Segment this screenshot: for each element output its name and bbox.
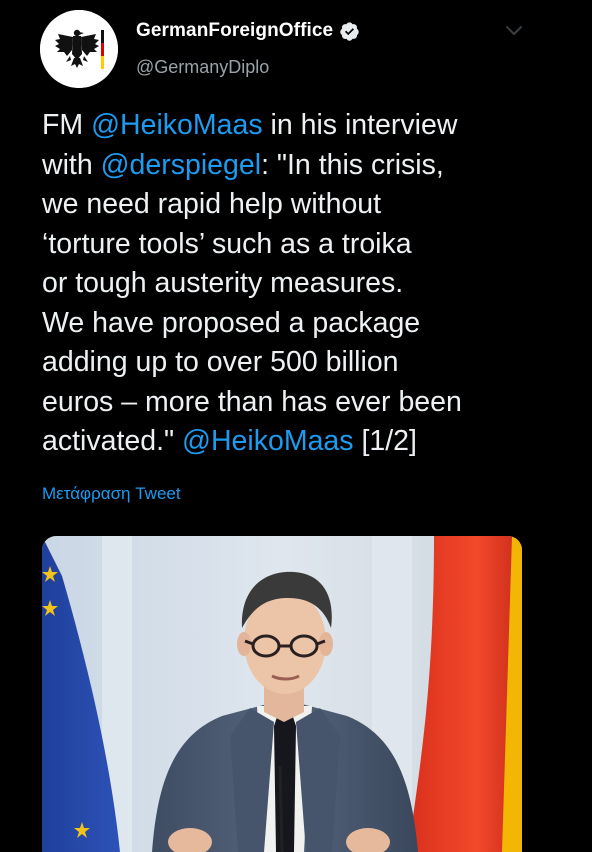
tweet-text-segment: We have proposed a package: [42, 306, 421, 339]
federal-eagle-icon: [40, 10, 118, 88]
tweet-text-segment: we need rapid help without: [42, 188, 382, 220]
tweet-text-segment: : "In this crisis,: [261, 148, 444, 181]
tweet-text-segment: in his interview: [262, 109, 458, 141]
tweet-text-segment: or tough austerity measures.: [42, 267, 404, 299]
display-name[interactable]: GermanForeignOffice: [136, 20, 333, 42]
tweet-text-line: or tough austerity measures.: [42, 264, 562, 304]
mention-link[interactable]: @HeikoMaas: [182, 425, 354, 457]
tweet-text-segment: adding up to over 500 billion: [42, 346, 399, 378]
tweet-text-segment: with: [42, 148, 101, 181]
tweet-text-segment: euros – more than has ever been: [42, 385, 462, 418]
tweet-text-line: adding up to over 500 billion: [42, 343, 562, 383]
name-row: GermanForeignOffice: [136, 20, 360, 42]
tweet-text-line: activated." @HeikoMaas [1/2]: [42, 422, 562, 462]
mention-link[interactable]: @HeikoMaas: [91, 109, 263, 141]
tweet-text-segment: [1/2]: [353, 425, 417, 457]
tweet-text-segment: FM: [42, 109, 92, 141]
profile-avatar[interactable]: [40, 10, 118, 88]
translate-tweet-link[interactable]: Μετάφραση Tweet: [42, 484, 181, 504]
tweet-photo[interactable]: [42, 536, 522, 852]
tweet-text-segment: ‘torture tools’ such as a troika: [42, 227, 412, 260]
tweet-text-line: with @derspiegel: "In this crisis,: [42, 146, 562, 186]
tweet-text: FM @HeikoMaas in his interview with @ders…: [42, 106, 562, 462]
tweet-text-line: FM @HeikoMaas in his interview: [42, 106, 562, 146]
tweet: GermanForeignOffice @GermanyDiplo FM @He…: [0, 0, 592, 852]
tweet-text-line: We have proposed a package: [42, 304, 562, 344]
chevron-down-icon[interactable]: [504, 24, 524, 38]
mention-link[interactable]: @derspiegel: [101, 149, 261, 181]
tweet-text-line: euros – more than has ever been: [42, 383, 562, 423]
tweet-text-line: we need rapid help without: [42, 185, 562, 225]
tweet-text-line: ‘torture tools’ such as a troika: [42, 225, 562, 265]
verified-badge-icon: [339, 21, 360, 42]
user-handle[interactable]: @GermanyDiplo: [136, 57, 269, 78]
tweet-text-segment: activated.": [42, 425, 183, 457]
